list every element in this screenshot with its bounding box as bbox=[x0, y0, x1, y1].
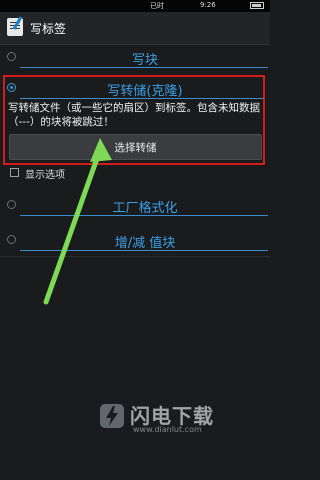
watermark-logo-icon bbox=[100, 404, 124, 428]
watermark-url: www.dianlut.com bbox=[133, 425, 202, 434]
